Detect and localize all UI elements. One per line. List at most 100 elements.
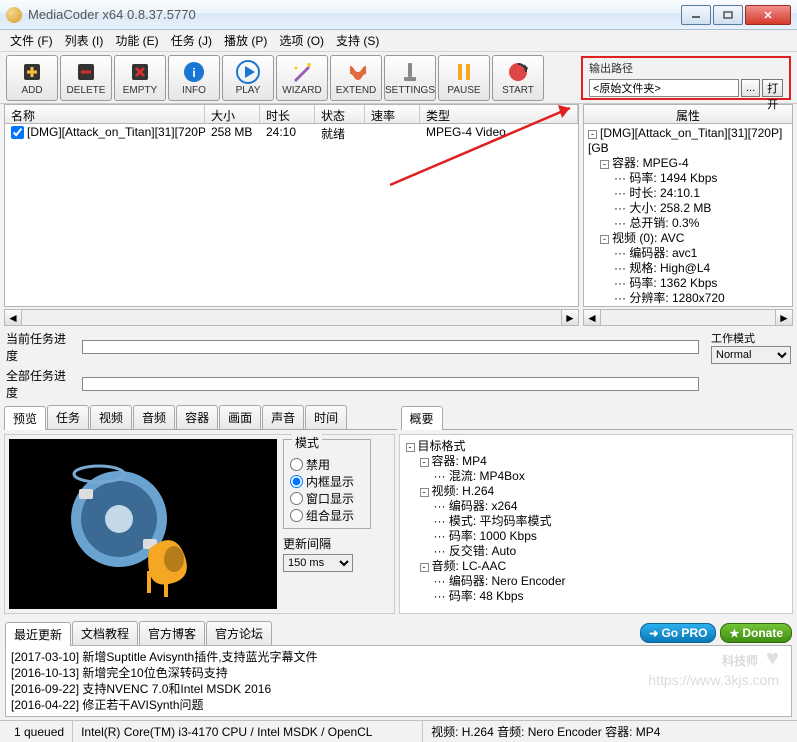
wizard-button[interactable]: WIZARD bbox=[276, 55, 328, 101]
tree-node[interactable]: ··· 时长: 24:10.1 bbox=[588, 186, 788, 201]
tree-node[interactable]: ··· 总开销: 0.3% bbox=[588, 216, 788, 231]
tree-node[interactable]: ··· 码率: 1362 Kbps bbox=[588, 276, 788, 291]
file-list-scrollbar[interactable]: ◄ ► bbox=[4, 309, 579, 326]
play-button[interactable]: PLAY bbox=[222, 55, 274, 101]
menu-item[interactable]: 列表 (I) bbox=[61, 30, 108, 51]
scroll-left-icon[interactable]: ◄ bbox=[584, 310, 601, 325]
tree-toggle-icon[interactable]: - bbox=[420, 488, 429, 497]
tree-toggle-icon[interactable]: - bbox=[600, 160, 609, 169]
news-item[interactable]: [2016-10-13] 新增完全10位色深转码支持 bbox=[11, 665, 786, 681]
scroll-left-icon[interactable]: ◄ bbox=[5, 310, 22, 325]
info-button[interactable]: iINFO bbox=[168, 55, 220, 101]
tree-node[interactable]: -音频: LC-AAC bbox=[406, 559, 787, 574]
tree-node[interactable]: ··· 模式: 平均码率模式 bbox=[406, 514, 787, 529]
file-list-body[interactable]: [DMG][Attack_on_Titan][31][720P...258 MB… bbox=[4, 124, 579, 307]
col-rate[interactable]: 速率 bbox=[365, 105, 420, 123]
refresh-select[interactable]: 150 ms bbox=[283, 554, 353, 572]
news-item[interactable]: [2016-04-22] 修正若干AVISynth问题 bbox=[11, 697, 786, 713]
tab-任务[interactable]: 任务 bbox=[47, 405, 89, 429]
mode-option[interactable]: 窗口显示 bbox=[290, 490, 364, 507]
menu-item[interactable]: 任务 (J) bbox=[167, 30, 216, 51]
tab-容器[interactable]: 容器 bbox=[176, 405, 218, 429]
col-stat[interactable]: 状态 bbox=[315, 105, 365, 123]
tree-node[interactable]: ··· 分辨率: 1280x720 bbox=[588, 291, 788, 306]
menu-item[interactable]: 选项 (O) bbox=[275, 30, 328, 51]
delete-button[interactable]: DELETE bbox=[60, 55, 112, 101]
current-task-progress bbox=[82, 340, 699, 354]
news-item[interactable]: [2017-03-10] 新增Suptitle Avisynth插件,支持蓝光字… bbox=[11, 649, 786, 665]
news-item[interactable]: [2016-09-22] 支持NVENC 7.0和Intel MSDK 2016 bbox=[11, 681, 786, 697]
tree-node[interactable]: ··· 反交错: Auto bbox=[406, 544, 787, 559]
workmode-select[interactable]: Normal bbox=[711, 346, 791, 364]
tree-node[interactable]: -视频: H.264 bbox=[406, 484, 787, 499]
empty-button[interactable]: EMPTY bbox=[114, 55, 166, 101]
scroll-right-icon[interactable]: ► bbox=[775, 310, 792, 325]
tree-node[interactable]: ··· 大小: 258.2 MB bbox=[588, 201, 788, 216]
tree-toggle-icon[interactable]: - bbox=[420, 563, 429, 572]
browse-button[interactable]: ... bbox=[741, 79, 760, 97]
tab-声音[interactable]: 声音 bbox=[262, 405, 304, 429]
tree-node[interactable]: ··· 编码器: avc1 bbox=[588, 246, 788, 261]
main-area: 名称 大小 时长 状态 速率 类型 [DMG][Attack_on_Titan]… bbox=[0, 104, 797, 326]
table-row[interactable]: [DMG][Attack_on_Titan][31][720P...258 MB… bbox=[5, 124, 578, 142]
extend-button[interactable]: EXTEND bbox=[330, 55, 382, 101]
news-tab[interactable]: 官方论坛 bbox=[206, 621, 272, 645]
tabs-body: 模式 禁用 内框显示 窗口显示 组合显示 更新间隔 150 ms -目标格式-容… bbox=[0, 430, 797, 618]
open-button[interactable]: 打开 bbox=[762, 79, 783, 97]
tab-音频[interactable]: 音频 bbox=[133, 405, 175, 429]
tree-node[interactable]: -容器: MP4 bbox=[406, 454, 787, 469]
tab-画面[interactable]: 画面 bbox=[219, 405, 261, 429]
tree-node[interactable]: ··· 码率: 1494 Kbps bbox=[588, 171, 788, 186]
tree-node[interactable]: ··· 规格: High@L4 bbox=[588, 261, 788, 276]
news-tab[interactable]: 文档教程 bbox=[72, 621, 138, 645]
news-tab[interactable]: 官方博客 bbox=[139, 621, 205, 645]
properties-header: 属性 bbox=[583, 104, 793, 124]
col-type[interactable]: 类型 bbox=[420, 105, 578, 123]
row-checkbox[interactable] bbox=[11, 126, 24, 139]
col-name[interactable]: 名称 bbox=[5, 105, 205, 123]
tree-node[interactable]: -视频 (0): AVC bbox=[588, 231, 788, 246]
file-list-header: 名称 大小 时长 状态 速率 类型 bbox=[4, 104, 579, 124]
menu-item[interactable]: 播放 (P) bbox=[220, 30, 271, 51]
tree-toggle-icon[interactable]: - bbox=[406, 443, 415, 452]
mode-option[interactable]: 组合显示 bbox=[290, 507, 364, 524]
tree-node[interactable]: ··· 编码器: x264 bbox=[406, 499, 787, 514]
tab-视频[interactable]: 视频 bbox=[90, 405, 132, 429]
menu-item[interactable]: 功能 (E) bbox=[111, 30, 162, 51]
tree-toggle-icon[interactable]: - bbox=[600, 235, 609, 244]
news-body[interactable]: [2017-03-10] 新增Suptitle Avisynth插件,支持蓝光字… bbox=[5, 645, 792, 717]
menu-item[interactable]: 支持 (S) bbox=[332, 30, 383, 51]
news-tab[interactable]: 最近更新 bbox=[5, 622, 71, 646]
mode-option[interactable]: 禁用 bbox=[290, 456, 364, 473]
tree-node[interactable]: ··· 编码器: Nero Encoder bbox=[406, 574, 787, 589]
start-button[interactable]: START bbox=[492, 55, 544, 101]
properties-tree[interactable]: -[DMG][Attack_on_Titan][31][720P][GB-容器:… bbox=[583, 124, 793, 307]
refresh-label: 更新间隔 bbox=[283, 535, 371, 552]
menu-item[interactable]: 文件 (F) bbox=[6, 30, 57, 51]
donate-badge[interactable]: ★ Donate bbox=[720, 623, 792, 643]
tab-预览[interactable]: 预览 bbox=[4, 406, 46, 430]
col-dur[interactable]: 时长 bbox=[260, 105, 315, 123]
tree-node[interactable]: ··· 码率: 1000 Kbps bbox=[406, 529, 787, 544]
tree-toggle-icon[interactable]: - bbox=[420, 458, 429, 467]
tree-node[interactable]: ··· 码率: 48 Kbps bbox=[406, 589, 787, 604]
maximize-button[interactable] bbox=[713, 5, 743, 25]
settings-button[interactable]: SETTINGS bbox=[384, 55, 436, 101]
pause-button[interactable]: PAUSE bbox=[438, 55, 490, 101]
tab-概要[interactable]: 概要 bbox=[401, 406, 443, 430]
gopro-badge[interactable]: ➜ Go PRO bbox=[640, 623, 716, 643]
output-path-input[interactable] bbox=[589, 79, 739, 97]
tree-node[interactable]: ··· 混流: MP4Box bbox=[406, 469, 787, 484]
add-button[interactable]: ADD bbox=[6, 55, 58, 101]
tree-toggle-icon[interactable]: - bbox=[588, 130, 597, 139]
col-size[interactable]: 大小 bbox=[205, 105, 260, 123]
scroll-right-icon[interactable]: ► bbox=[561, 310, 578, 325]
svg-text:i: i bbox=[192, 66, 195, 80]
file-list-pane: 名称 大小 时长 状态 速率 类型 [DMG][Attack_on_Titan]… bbox=[4, 104, 579, 326]
minimize-button[interactable] bbox=[681, 5, 711, 25]
close-button[interactable] bbox=[745, 5, 791, 25]
properties-scrollbar[interactable]: ◄ ► bbox=[583, 309, 793, 326]
tree-node[interactable]: -容器: MPEG-4 bbox=[588, 156, 788, 171]
mode-option[interactable]: 内框显示 bbox=[290, 473, 364, 490]
tab-时间[interactable]: 时间 bbox=[305, 405, 347, 429]
